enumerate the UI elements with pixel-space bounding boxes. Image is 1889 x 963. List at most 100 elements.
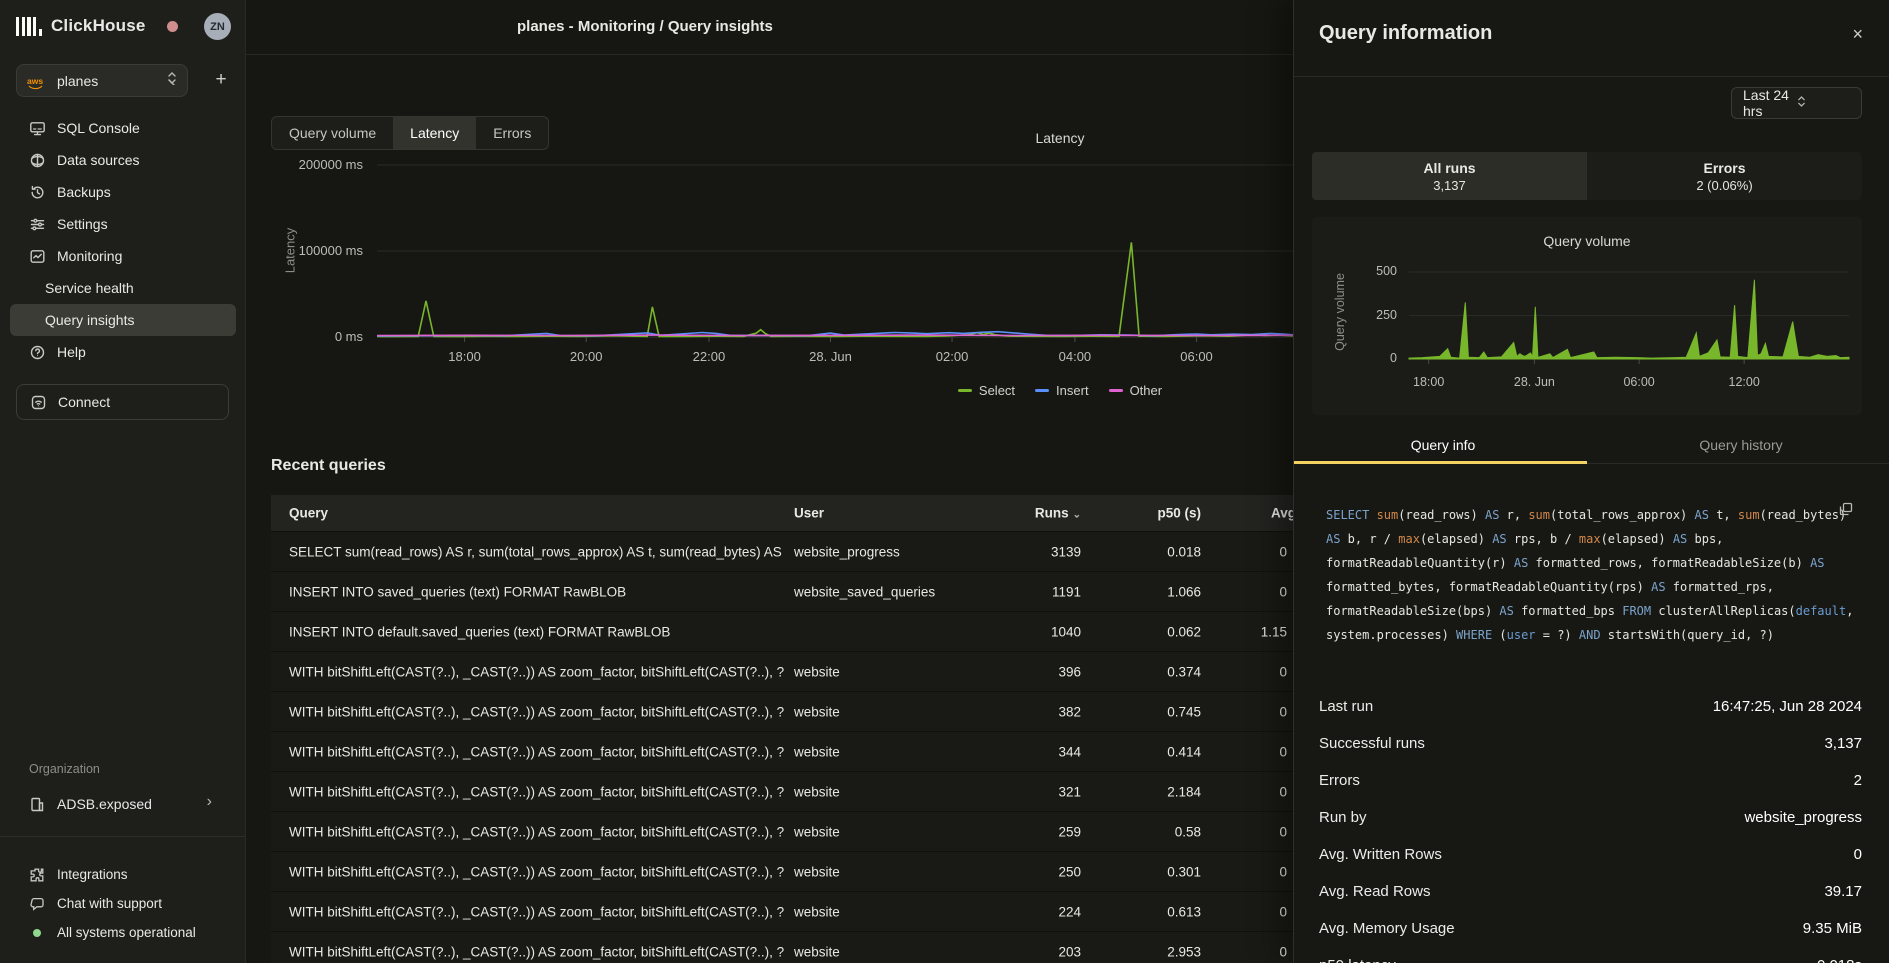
time-range-value: Last 24 hrs	[1743, 87, 1797, 119]
stat-value: 16:47:25, Jun 28 2024	[1713, 698, 1862, 715]
help-icon	[29, 344, 46, 361]
cell-user: website_progress	[794, 544, 964, 559]
sidebar-item-all-systems-operational[interactable]: All systems operational	[0, 918, 246, 947]
column-header-runs[interactable]: Runs⌄	[961, 506, 1081, 521]
y-tick: 100000 ms	[288, 243, 363, 258]
summary-tab-all-runs[interactable]: All runs 3,137	[1312, 152, 1587, 200]
sidebar-item-service-health[interactable]: Service health	[0, 272, 246, 304]
legend-label: Insert	[1056, 383, 1089, 398]
service-selector[interactable]: aws planes	[16, 64, 188, 97]
stat-row: p50 latency0.018s	[1319, 947, 1862, 963]
cell-query: WITH bitShiftLeft(CAST(?..), _CAST(?..))…	[289, 864, 784, 879]
y-tick: 500	[1362, 264, 1397, 278]
aws-icon: aws	[27, 76, 49, 86]
chevron-right-icon: ›	[207, 793, 212, 811]
legend-swatch	[958, 389, 972, 392]
cell-user: website_saved_queries	[794, 584, 964, 599]
sidebar-item-help[interactable]: Help	[0, 336, 246, 368]
cell-runs: 344	[961, 744, 1081, 759]
chart-tabs: Query volumeLatencyErrors	[271, 116, 549, 150]
sidebar-item-label: SQL Console	[57, 120, 140, 136]
tab-query-volume[interactable]: Query volume	[272, 117, 393, 149]
table-row[interactable]: INSERT INTO saved_queries (text) FORMAT …	[271, 571, 1301, 611]
legend-label: Other	[1130, 383, 1163, 398]
notification-dot[interactable]	[167, 21, 178, 32]
table-row[interactable]: WITH bitShiftLeft(CAST(?..), _CAST(?..))…	[271, 651, 1301, 691]
stat-row: Run bywebsite_progress	[1319, 799, 1862, 836]
puzzle-icon	[29, 867, 45, 883]
copy-icon[interactable]	[1839, 502, 1853, 516]
sidebar-nav: SQL Console Data sourcesBackupsSettingsMo…	[0, 112, 246, 368]
brand-logo[interactable]: ClickHouse	[16, 13, 146, 39]
table-row[interactable]: WITH bitShiftLeft(CAST(?..), _CAST(?..))…	[271, 731, 1301, 771]
sidebar-item-query-insights[interactable]: Query insights	[10, 304, 236, 336]
cell-query: WITH bitShiftLeft(CAST(?..), _CAST(?..))…	[289, 824, 784, 839]
summary-tab-value: 3,137	[1433, 178, 1466, 193]
table-row[interactable]: WITH bitShiftLeft(CAST(?..), _CAST(?..))…	[271, 811, 1301, 851]
tab-latency[interactable]: Latency	[393, 117, 476, 149]
stat-row: Successful runs3,137	[1319, 725, 1862, 762]
stat-label: Avg. Read Rows	[1319, 883, 1430, 900]
summary-tab-errors[interactable]: Errors2 (0.06%)	[1587, 152, 1862, 200]
user-avatar[interactable]: ZN	[204, 13, 231, 40]
table-row[interactable]: WITH bitShiftLeft(CAST(?..), _CAST(?..))…	[271, 771, 1301, 811]
table-row[interactable]: INSERT INTO default.saved_queries (text)…	[271, 611, 1301, 651]
tab-errors[interactable]: Errors	[476, 117, 548, 149]
cell-p50: 0.062	[1101, 624, 1201, 639]
sidebar-item-label: All systems operational	[57, 925, 196, 940]
latency-x-ticks: 18:0020:0022:0028. Jun02:0004:0006:00	[377, 349, 1293, 365]
table-row[interactable]: WITH bitShiftLeft(CAST(?..), _CAST(?..))…	[271, 851, 1301, 891]
sidebar-item-data-sources[interactable]: Data sources	[0, 144, 246, 176]
sidebar-item-backups[interactable]: Backups	[0, 176, 246, 208]
table-row[interactable]: WITH bitShiftLeft(CAST(?..), _CAST(?..))…	[271, 691, 1301, 731]
y-tick: 250	[1362, 308, 1397, 322]
x-tick: 12:00	[1729, 375, 1760, 389]
x-tick: 06:00	[1180, 349, 1213, 364]
active-tab-underline	[1294, 461, 1587, 464]
sidebar-item-label: Chat with support	[57, 896, 162, 911]
sidebar-item-sql-console[interactable]: SQL Console	[0, 112, 246, 144]
table-row[interactable]: SELECT sum(read_rows) AS r, sum(total_ro…	[271, 531, 1301, 571]
connect-button[interactable]: Connect	[16, 384, 229, 420]
cell-avg: 0	[1211, 784, 1287, 799]
tab-query-info[interactable]: Query info	[1294, 433, 1592, 463]
query-stats-list: Last run 16:47:25, Jun 28 2024 Successful …	[1319, 688, 1862, 963]
cell-user: website	[794, 704, 964, 719]
sidebar-item-settings[interactable]: Settings	[0, 208, 246, 240]
column-header-query[interactable]: Query	[289, 506, 784, 521]
sidebar-item-monitoring[interactable]: Monitoring	[0, 240, 246, 272]
tab-query-history[interactable]: Query history	[1592, 433, 1889, 463]
cell-avg: 0	[1211, 704, 1287, 719]
cell-query: WITH bitShiftLeft(CAST(?..), _CAST(?..))…	[289, 664, 784, 679]
service-name: planes	[57, 73, 167, 89]
legend-item-select[interactable]: Select	[958, 383, 1015, 398]
status-dot	[29, 925, 45, 941]
legend-item-other[interactable]: Other	[1109, 383, 1163, 398]
stat-value: 2	[1854, 772, 1862, 789]
stat-value: 0.018s	[1817, 957, 1862, 963]
column-header-p50[interactable]: p50 (s)	[1101, 506, 1201, 521]
detail-tabs: Query infoQuery history	[1294, 433, 1889, 464]
organization-item[interactable]: ADSB.exposed ›	[0, 788, 246, 820]
latency-chart-title: Latency	[960, 130, 1160, 146]
add-service-button[interactable]: +	[208, 66, 234, 94]
stat-label: Last run	[1319, 698, 1373, 715]
legend-item-insert[interactable]: Insert	[1035, 383, 1089, 398]
stat-label: Run by	[1319, 809, 1367, 826]
recent-queries-table: Query User Runs⌄ p50 (s) Avg. SELECT sum…	[271, 495, 1301, 963]
cell-query: WITH bitShiftLeft(CAST(?..), _CAST(?..))…	[289, 904, 784, 919]
cell-runs: 203	[961, 944, 1081, 959]
column-header-user[interactable]: User	[794, 506, 964, 521]
legend-swatch	[1035, 389, 1049, 392]
cell-query: INSERT INTO default.saved_queries (text)…	[289, 624, 784, 639]
close-icon[interactable]: ×	[1852, 24, 1863, 45]
summary-tab-label: All runs	[1423, 160, 1475, 176]
sidebar-item-integrations[interactable]: Integrations	[0, 860, 246, 889]
sidebar-item-chat-with-support[interactable]: Chat with support	[0, 889, 246, 918]
time-range-select[interactable]: Last 24 hrs	[1731, 87, 1862, 119]
table-row[interactable]: WITH bitShiftLeft(CAST(?..), _CAST(?..))…	[271, 931, 1301, 963]
table-row[interactable]: WITH bitShiftLeft(CAST(?..), _CAST(?..))…	[271, 891, 1301, 931]
cell-runs: 3139	[961, 544, 1081, 559]
cell-runs: 1040	[961, 624, 1081, 639]
cell-avg: 0	[1211, 744, 1287, 759]
